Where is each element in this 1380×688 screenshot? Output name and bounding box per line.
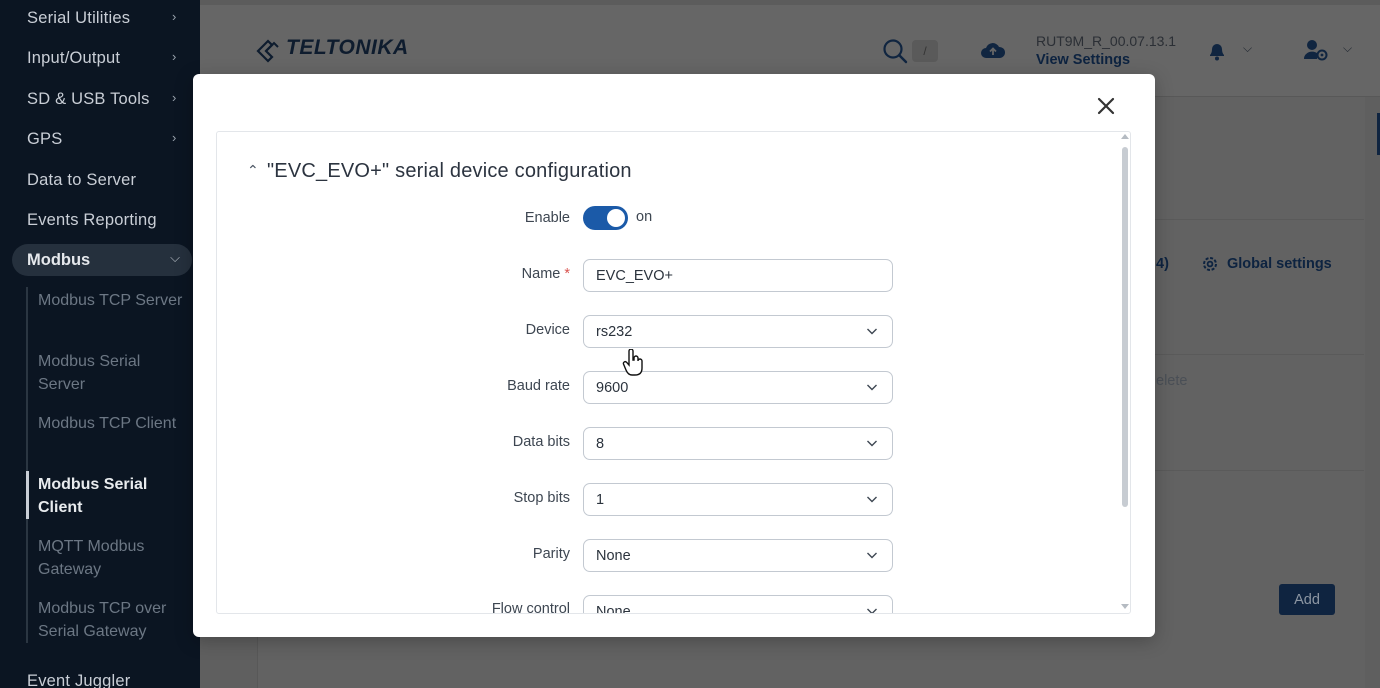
parity-select[interactable]: None: [583, 539, 893, 572]
stop-bits-select[interactable]: 1: [583, 483, 893, 516]
chevron-down-icon[interactable]: ⌵: [1243, 41, 1252, 56]
scroll-down-arrow[interactable]: [1121, 604, 1129, 609]
toggle-knob: [607, 209, 625, 227]
sidebar-subitem-modbus-serial-client[interactable]: Modbus Serial Client: [38, 473, 188, 519]
sidebar-group-modbus[interactable]: Modbus ⌵: [12, 244, 192, 276]
chevron-down-icon: [867, 328, 877, 335]
enable-toggle[interactable]: [583, 206, 628, 230]
sidebar-item-label: Input/Output: [27, 49, 121, 67]
sidebar-subitem-modbus-tcp-client[interactable]: Modbus TCP Client: [38, 412, 188, 435]
bell-icon[interactable]: [1206, 40, 1228, 62]
chevron-down-icon: ⌵: [170, 250, 180, 265]
data-bits-select[interactable]: 8: [583, 427, 893, 460]
section-title: "EVC_EVO+" serial device configuration: [267, 160, 632, 182]
chevron-down-icon: [867, 496, 877, 503]
sidebar-item-label: SD & USB Tools: [27, 90, 150, 108]
teltonika-logo-icon: [256, 39, 279, 63]
user-settings-icon[interactable]: [1303, 38, 1329, 62]
sidebar-item-data-to-server[interactable]: Data to Server: [27, 171, 136, 190]
baud-rate-label: Baud rate: [507, 378, 570, 394]
add-button[interactable]: Add: [1279, 584, 1335, 615]
chevron-right-icon: ›: [172, 90, 177, 105]
global-settings-link[interactable]: Global settings: [1227, 256, 1332, 272]
stop-bits-label: Stop bits: [513, 490, 570, 506]
name-label: Name *: [410, 266, 570, 282]
flow-control-label: Flow control: [491, 601, 570, 614]
divider: [1154, 354, 1364, 355]
config-section: ⌃ "EVC_EVO+" serial device configuration…: [216, 131, 1131, 614]
gear-icon[interactable]: [1201, 255, 1219, 273]
cloud-upload-icon[interactable]: [980, 40, 1006, 60]
submenu-active-indicator: [26, 471, 29, 519]
data-bits-label: Data bits: [512, 434, 570, 450]
delete-column-header: elete: [1156, 373, 1188, 389]
brand-logo-text: TELTONIKA: [286, 36, 409, 59]
chevron-down-icon: [867, 552, 877, 559]
chevron-down-icon: [867, 608, 877, 613]
chevron-right-icon: ›: [172, 130, 177, 145]
firmware-version: RUT9M_R_00.07.13.1: [1036, 33, 1177, 49]
sidebar-item-label: Event Juggler: [27, 672, 131, 688]
search-shortcut-key: /: [912, 40, 938, 62]
sidebar-subitem-modbus-tcp-over-serial[interactable]: Modbus TCP over Serial Gateway: [38, 597, 188, 643]
sidebar-item-label: Events Reporting: [27, 211, 157, 229]
divider: [1154, 219, 1364, 220]
hand-cursor-icon: [622, 349, 643, 376]
search-icon[interactable]: [882, 38, 908, 64]
view-settings-link[interactable]: View Settings: [1036, 52, 1130, 68]
chevron-down-icon: [867, 384, 877, 391]
scroll-up-arrow[interactable]: [1121, 134, 1129, 139]
sidebar-item-sd-usb-tools[interactable]: SD & USB Tools ›: [27, 90, 176, 109]
flow-control-select-value: None: [596, 604, 631, 614]
chevron-right-icon: ›: [172, 49, 177, 64]
chevron-right-icon: ›: [172, 9, 177, 24]
sidebar-subitem-modbus-serial-server[interactable]: Modbus Serial Server: [38, 350, 188, 396]
sidebar: Serial Utilities › Input/Output › SD & U…: [0, 0, 200, 688]
config-modal: ⌃ "EVC_EVO+" serial device configuration…: [193, 74, 1155, 637]
sidebar-item-gps[interactable]: GPS ›: [27, 130, 176, 149]
stop-bits-select-value: 1: [596, 492, 605, 508]
close-icon[interactable]: [1094, 94, 1118, 118]
sidebar-item-label: Data to Server: [27, 171, 137, 189]
device-label: Device: [525, 322, 570, 338]
sidebar-item-event-juggler[interactable]: Event Juggler: [27, 672, 131, 688]
divider: [1154, 470, 1364, 471]
sidebar-item-label: Serial Utilities: [27, 9, 131, 27]
enable-state-text: on: [636, 209, 653, 225]
sidebar-item-serial-utilities[interactable]: Serial Utilities ›: [27, 9, 176, 28]
sidebar-subitem-modbus-tcp-server[interactable]: Modbus TCP Server: [38, 289, 188, 312]
baud-rate-select-value: 9600: [596, 380, 629, 396]
name-input-value: EVC_EVO+: [596, 268, 673, 284]
chevron-down-icon: [867, 440, 877, 447]
sidebar-item-label: GPS: [27, 130, 63, 148]
name-label-text: Name: [521, 266, 561, 282]
enable-label: Enable: [524, 210, 570, 226]
modal-scrollbar[interactable]: [1122, 147, 1128, 507]
device-select-value: rs232: [596, 324, 633, 340]
chevron-down-icon[interactable]: ⌵: [1343, 41, 1352, 56]
sidebar-group-label: Modbus: [27, 251, 91, 269]
submenu-guide-line: [26, 287, 28, 643]
tab-count-fragment: 4): [1156, 256, 1169, 272]
parity-select-value: None: [596, 548, 631, 564]
flow-control-select[interactable]: None: [583, 595, 893, 614]
data-bits-select-value: 8: [596, 436, 605, 452]
name-input[interactable]: EVC_EVO+: [583, 259, 893, 292]
required-marker: *: [564, 266, 570, 282]
chevron-up-icon[interactable]: ⌃: [247, 162, 259, 179]
sidebar-subitem-mqtt-modbus-gateway[interactable]: MQTT Modbus Gateway: [38, 535, 188, 581]
parity-label: Parity: [532, 546, 570, 562]
sidebar-item-events-reporting[interactable]: Events Reporting: [27, 211, 157, 230]
device-select[interactable]: rs232: [583, 315, 893, 348]
sidebar-item-input-output[interactable]: Input/Output ›: [27, 49, 176, 68]
